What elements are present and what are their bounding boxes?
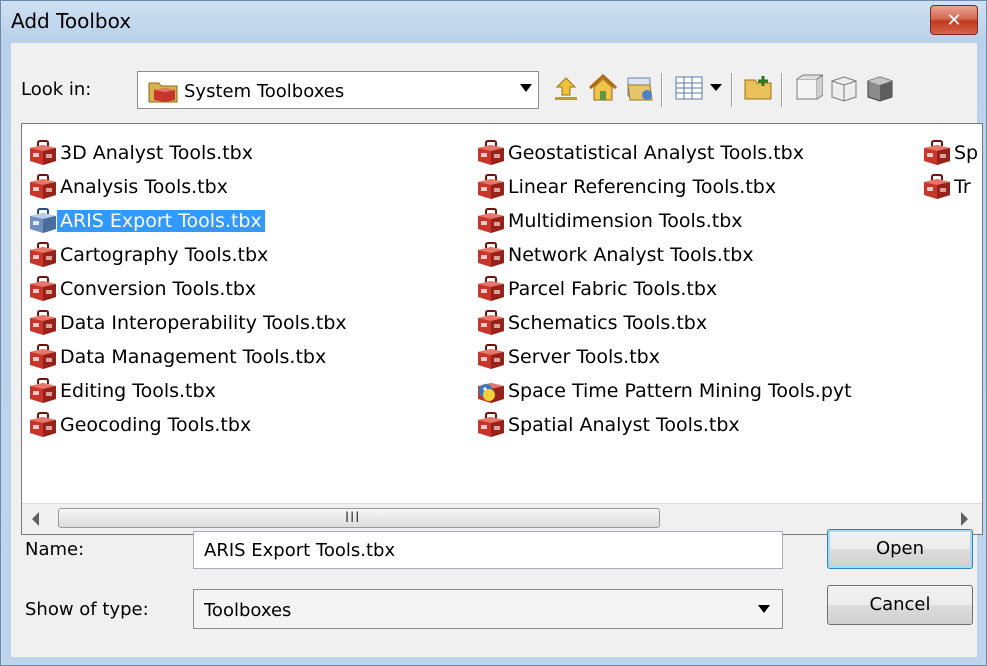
list-item[interactable]: Geostatistical Analyst Tools.tbx <box>476 138 804 168</box>
toolbox-icon <box>28 276 58 302</box>
toolbox-icon <box>28 242 58 268</box>
file-list[interactable]: 3D Analyst Tools.tbx Analysis Tools.tbx … <box>21 123 983 535</box>
look-in-value: System Toolboxes <box>184 81 345 102</box>
toolbar-separator <box>731 73 733 107</box>
close-button[interactable]: ✕ <box>930 5 978 35</box>
toolbox-icon <box>476 140 506 166</box>
up-one-level-icon[interactable] <box>551 73 581 105</box>
scrollbar-thumb[interactable]: III <box>58 508 660 528</box>
connect-folder-icon[interactable] <box>625 73 655 105</box>
view-dropdown-icon[interactable] <box>709 81 723 113</box>
list-item-selected[interactable]: ARIS Export Tools.tbx <box>28 206 265 236</box>
type-select[interactable]: Toolboxes <box>193 589 783 629</box>
toolbox-icon <box>28 344 58 370</box>
toolbox-icon <box>476 310 506 336</box>
list-item[interactable]: Analysis Tools.tbx <box>28 172 228 202</box>
toolbox-icon <box>476 276 506 302</box>
type-select-value: Toolboxes <box>204 600 292 621</box>
list-item[interactable]: Network Analyst Tools.tbx <box>476 240 754 270</box>
list-item[interactable]: Spatial Analyst Tools.tbx <box>476 410 740 440</box>
chevron-down-icon[interactable] <box>520 84 532 92</box>
toolbox-icon <box>922 174 952 200</box>
look-in-combobox[interactable]: System Toolboxes <box>137 71 539 109</box>
list-item[interactable]: Parcel Fabric Tools.tbx <box>476 274 717 304</box>
toolbar-separator <box>781 73 783 107</box>
toolbox-icon <box>476 412 506 438</box>
new-toolbox-icon[interactable] <box>829 73 859 105</box>
list-item[interactable]: Multidimension Tools.tbx <box>476 206 743 236</box>
list-item[interactable]: Sp <box>922 138 978 168</box>
toolbox-icon <box>28 412 58 438</box>
list-item[interactable]: Tr <box>922 172 971 202</box>
open-button[interactable]: Open <box>827 529 973 569</box>
new-folder-icon[interactable] <box>743 73 775 105</box>
grip-icon: III <box>345 510 361 526</box>
toolbox-icon <box>476 242 506 268</box>
toolbox-icon <box>28 310 58 336</box>
toolbox-icon <box>476 344 506 370</box>
toolbox-icon <box>28 208 58 234</box>
scroll-right-icon[interactable] <box>961 512 968 526</box>
type-label: Show of type: <box>25 599 149 620</box>
toolbox-icon <box>28 140 58 166</box>
list-item[interactable]: 3D Analyst Tools.tbx <box>28 138 253 168</box>
look-in-label: Look in: <box>21 79 92 100</box>
toolbox-folder-icon <box>148 79 178 107</box>
list-item[interactable]: Conversion Tools.tbx <box>28 274 256 304</box>
name-input[interactable]: ARIS Export Tools.tbx <box>193 531 783 569</box>
list-item[interactable]: Data Interoperability Tools.tbx <box>28 308 347 338</box>
list-item[interactable]: Geocoding Tools.tbx <box>28 410 251 440</box>
dialog-body: Look in: System Toolboxes 3D Analyst Too… <box>11 43 983 657</box>
new-geodatabase-icon[interactable] <box>793 73 823 105</box>
toolbox-icon <box>28 174 58 200</box>
list-item[interactable]: Cartography Tools.tbx <box>28 240 268 270</box>
home-icon[interactable] <box>587 73 619 105</box>
list-item[interactable]: Server Tools.tbx <box>476 342 660 372</box>
scroll-left-icon[interactable] <box>32 512 39 526</box>
list-item[interactable]: Schematics Tools.tbx <box>476 308 707 338</box>
list-item[interactable]: Linear Referencing Tools.tbx <box>476 172 776 202</box>
list-item[interactable]: Editing Tools.tbx <box>28 376 216 406</box>
python-toolbox-icon <box>476 378 506 404</box>
view-details-icon[interactable] <box>673 73 705 105</box>
name-label: Name: <box>25 539 85 560</box>
title-bar[interactable]: Add Toolbox ✕ <box>1 1 986 43</box>
chevron-down-icon[interactable] <box>758 605 770 613</box>
toolbox-icon <box>476 208 506 234</box>
toolbox-icon <box>28 378 58 404</box>
toolbar-separator <box>661 73 663 107</box>
add-toolbox-dialog: Add Toolbox ✕ Look in: System Toolboxes <box>0 0 987 666</box>
dialog-title: Add Toolbox <box>11 9 132 33</box>
list-item[interactable]: Space Time Pattern Mining Tools.pyt <box>476 376 852 406</box>
toolbox-icon <box>476 174 506 200</box>
toolbox-icon <box>922 140 952 166</box>
list-item[interactable]: Data Management Tools.tbx <box>28 342 326 372</box>
toolbox-icon[interactable] <box>865 73 895 105</box>
cancel-button[interactable]: Cancel <box>827 585 973 625</box>
